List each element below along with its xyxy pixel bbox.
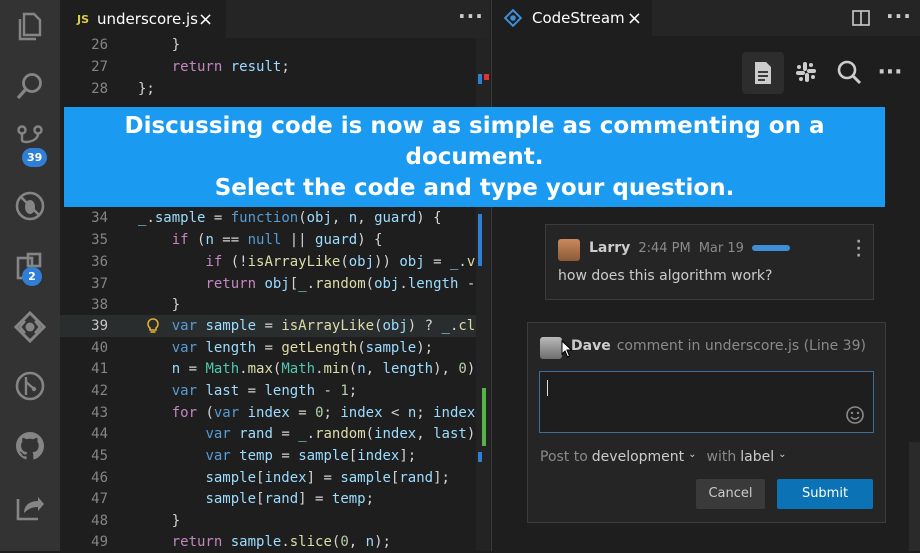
chevron-down-icon[interactable]: ⌄ xyxy=(778,449,786,465)
code-line[interactable]: 37 return obj[_.random(obj.length - xyxy=(60,273,490,295)
label-dropdown[interactable]: label xyxy=(740,449,774,465)
panel-title: CodeStream xyxy=(532,9,625,27)
code-line[interactable]: 36 if (!isArrayLike(obj)) obj = _.va xyxy=(60,251,490,273)
close-icon[interactable]: × xyxy=(627,8,642,29)
chevron-down-icon[interactable]: ⌄ xyxy=(688,449,696,465)
post-to-label: Post to xyxy=(540,449,588,465)
live-share-icon[interactable] xyxy=(10,487,50,527)
code-line[interactable]: 40 var length = getLength(sample); xyxy=(60,337,490,359)
post-card[interactable]: Larry 2:44 PM Mar 19 · · · how does this a… xyxy=(545,224,874,300)
comment-input[interactable] xyxy=(539,371,874,433)
js-file-icon: JS xyxy=(77,12,90,26)
post-date: Mar 19 xyxy=(698,241,744,256)
avatar xyxy=(540,337,562,359)
editor-tab-bar: JS underscore.js × ··· xyxy=(60,0,490,38)
code-line[interactable]: 44 var rand = _.random(index, last); xyxy=(60,423,490,445)
post-text: how does this algorithm work? xyxy=(558,268,773,284)
code-line[interactable]: 46 sample[index] = sample[rand]; xyxy=(60,467,490,489)
banner-line-2: Select the code and type your question. xyxy=(214,174,735,201)
search-icon[interactable] xyxy=(10,66,50,106)
more-icon[interactable]: ··· xyxy=(870,52,910,92)
source-control-badge: 39 xyxy=(22,148,48,167)
tab-underscore-js[interactable]: JS underscore.js × xyxy=(60,0,226,38)
slack-icon[interactable] xyxy=(786,52,826,92)
code-line[interactable]: 43 for (var index = 0; index < n; index+ xyxy=(60,402,490,424)
thread-indicator xyxy=(751,245,790,251)
search-icon[interactable] xyxy=(829,52,869,92)
more-actions-icon[interactable]: ··· xyxy=(458,4,484,28)
cancel-button[interactable]: Cancel xyxy=(696,479,765,509)
code-line-current[interactable]: 39 var sample = isArrayLike(obj) ? _.clo xyxy=(60,315,490,337)
codestream-icon[interactable] xyxy=(10,307,50,347)
scrollbar[interactable] xyxy=(909,442,920,551)
git-branch-icon[interactable] xyxy=(10,366,50,406)
submit-button[interactable]: Submit xyxy=(777,479,873,509)
post-time: 2:44 PM xyxy=(638,241,691,256)
code-line[interactable]: 47 sample[rand] = temp; xyxy=(60,488,490,510)
compose-context: comment in underscore.js (Line 39) xyxy=(616,338,866,354)
compose-card: Dave comment in underscore.js (Line 39) … xyxy=(527,322,886,523)
code-line[interactable]: 34 _.sample = function(obj, n, guard) { xyxy=(60,207,490,229)
activity-bar: 39 2 xyxy=(0,0,60,551)
channel-dropdown[interactable]: development xyxy=(592,449,684,465)
github-icon[interactable] xyxy=(10,426,50,466)
with-label-prefix: with xyxy=(706,449,737,465)
code-line[interactable]: 28}; xyxy=(60,78,490,100)
code-line[interactable]: 35 if (n == null || guard) { xyxy=(60,229,490,251)
text-cursor xyxy=(547,380,548,396)
avatar xyxy=(558,239,580,261)
files-icon[interactable] xyxy=(10,7,50,47)
debug-icon[interactable] xyxy=(10,186,50,226)
lightbulb-icon[interactable] xyxy=(146,318,160,334)
emoji-icon[interactable] xyxy=(846,406,864,424)
banner-line-1: Discussing code is now as simple as comm… xyxy=(124,112,825,170)
tab-filename: underscore.js xyxy=(97,10,199,28)
code-line[interactable]: 42 var last = length - 1; xyxy=(60,380,490,402)
extensions-badge: 2 xyxy=(22,267,42,286)
editor-pane: JS underscore.js × ··· 26 } 27 return re… xyxy=(60,0,490,551)
codestream-panel: CodeStream × ··· ··· Larry 2:44 PM Mar 1… xyxy=(491,0,920,551)
close-icon[interactable]: × xyxy=(198,9,213,30)
tab-codestream[interactable]: CodeStream × xyxy=(492,0,652,36)
document-icon[interactable] xyxy=(742,52,784,94)
code-line[interactable]: 38 } xyxy=(60,294,490,316)
announcement-banner: Discussing code is now as simple as comm… xyxy=(64,107,885,207)
code-line[interactable]: 27 return result; xyxy=(60,56,490,78)
code-line[interactable]: 45 var temp = sample[index]; xyxy=(60,445,490,467)
code-line[interactable]: 49 return sample.slice(0, n); xyxy=(60,531,490,553)
code-line[interactable]: 48 } xyxy=(60,510,490,532)
post-author: Larry xyxy=(589,240,631,256)
more-actions-icon[interactable]: ··· xyxy=(886,4,912,28)
code-line[interactable]: 41 n = Math.max(Math.min(n, length), 0); xyxy=(60,358,490,380)
codestream-icon xyxy=(504,9,522,27)
compose-author: Dave xyxy=(571,338,611,354)
post-menu-icon[interactable]: · · · xyxy=(856,235,861,263)
panel-tab-bar: CodeStream × ··· xyxy=(492,0,920,36)
code-line[interactable]: 26 } xyxy=(60,34,490,56)
split-editor-icon[interactable] xyxy=(852,10,870,26)
